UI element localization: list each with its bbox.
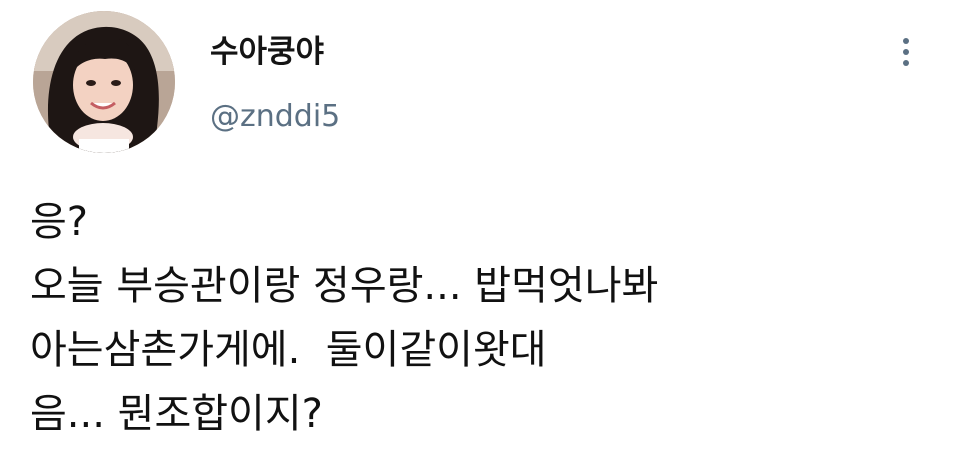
tweet-line-4: 음... 뭔조합이지? — [30, 391, 323, 437]
display-name[interactable]: 수아쿵야 — [210, 32, 324, 72]
tweet-line-1: 응? — [30, 199, 89, 245]
tweet-line-2: 오늘 부승관이랑 정우랑... 밥먹엇나봐 — [30, 263, 659, 309]
avatar[interactable] — [33, 11, 175, 153]
tweet-text: 응? 오늘 부승관이랑 정우랑... 밥먹엇나봐 아는삼촌가게에. 둘이같이왓대… — [30, 190, 930, 446]
avatar-photo — [33, 11, 175, 153]
tweet-line-3: 아는삼촌가게에. 둘이같이왓대 — [30, 327, 547, 373]
more-vertical-icon — [903, 38, 909, 44]
user-handle[interactable]: @znddi5 — [210, 98, 340, 136]
more-vertical-icon-dot-2 — [903, 49, 909, 55]
tweet-card: 수아쿵야 @znddi5 응? 오늘 부승관이랑 정우랑... 밥먹엇나봐 아는… — [0, 0, 960, 476]
more-options-button[interactable] — [889, 32, 923, 72]
more-vertical-icon-dot-3 — [903, 60, 909, 66]
